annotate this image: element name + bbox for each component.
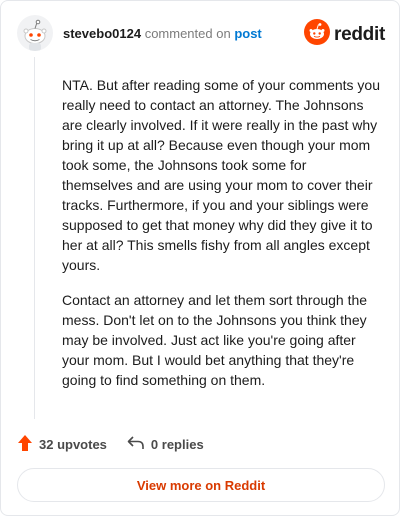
comment-footer: 32 upvotes 0 replies xyxy=(17,433,224,455)
comment-paragraph: Contact an attorney and let them sort th… xyxy=(62,292,368,388)
thread-line xyxy=(34,57,35,419)
post-link[interactable]: post xyxy=(234,26,261,41)
author-line: stevebo0124 commented on post xyxy=(63,26,262,42)
action-text: commented on xyxy=(144,26,231,41)
reddit-brand[interactable]: reddit xyxy=(304,19,385,50)
view-more-button[interactable]: View more on Reddit xyxy=(17,468,385,502)
snoo-avatar-icon[interactable] xyxy=(17,15,53,51)
author-name[interactable]: stevebo0124 xyxy=(63,26,141,41)
replies-count: 0 replies xyxy=(150,436,204,452)
comment-paragraph: NTA. But after reading some of your comm… xyxy=(62,77,380,273)
reddit-wordmark: reddit xyxy=(334,23,385,45)
embedded-comment-card: stevebo0124 commented on post reddit NTA… xyxy=(0,0,400,516)
reply-arrow-icon xyxy=(127,435,145,454)
upvote-count: 32 upvotes xyxy=(39,436,107,452)
comment-header: stevebo0124 commented on post reddit xyxy=(17,15,385,55)
upvote-button[interactable]: 32 upvotes xyxy=(17,434,107,455)
replies-button[interactable]: 0 replies xyxy=(127,435,204,454)
comment-body: NTA. But after reading some of your comm… xyxy=(62,75,380,405)
upvote-arrow-icon xyxy=(17,434,33,455)
reddit-logo-icon xyxy=(304,19,331,50)
